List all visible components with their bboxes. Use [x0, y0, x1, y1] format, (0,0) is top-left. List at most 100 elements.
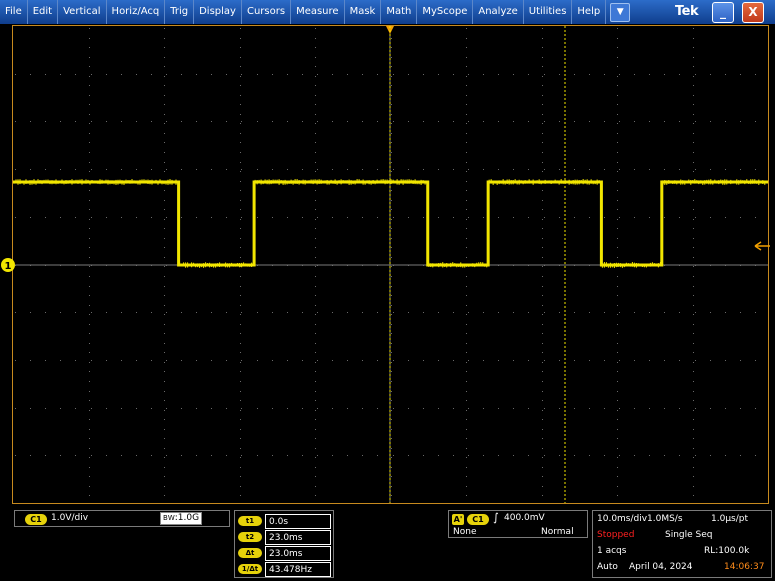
grid-dot	[649, 455, 650, 456]
grid-dot	[528, 217, 529, 218]
grid-dot	[740, 74, 741, 75]
bandwidth-box[interactable]: BW:1.0G	[160, 512, 202, 525]
grid-dot	[302, 217, 303, 218]
grid-dot	[315, 95, 316, 96]
grid-dot	[391, 295, 392, 296]
grid-dot	[528, 74, 529, 75]
grid-dot	[391, 76, 392, 77]
grid-dot	[240, 66, 241, 67]
grid-dot	[240, 181, 241, 182]
grid-dot	[45, 217, 46, 218]
grid-dot	[89, 209, 90, 210]
grid-dot	[30, 217, 31, 218]
grid-dot	[315, 104, 316, 105]
grid-dot	[89, 448, 90, 449]
grid-dot	[241, 455, 242, 456]
grid-dot	[391, 57, 392, 58]
grid-dot	[664, 455, 665, 456]
trigger-channel-badge[interactable]: C1	[467, 514, 489, 525]
grid-dot	[391, 247, 392, 248]
trigger-coupling: None	[453, 527, 476, 537]
grid-dot	[466, 57, 467, 58]
grid-dot	[468, 74, 469, 75]
grid-dot	[619, 455, 620, 456]
grid-dot	[408, 360, 409, 361]
grid-dot	[498, 121, 499, 122]
grid-dot	[315, 38, 316, 39]
grid-dot	[377, 74, 378, 75]
grid-dot	[166, 217, 167, 218]
grid-dot	[121, 360, 122, 361]
grid-dot	[695, 455, 696, 456]
grid-dot	[664, 169, 665, 170]
grid-dot	[106, 217, 107, 218]
grid-dot	[75, 408, 76, 409]
grid-dot	[75, 217, 76, 218]
grid-dot	[164, 38, 165, 39]
grid-dot	[257, 121, 258, 122]
cursor-label-1: t2	[238, 532, 262, 542]
grid-dot	[332, 74, 333, 75]
grid-dot	[408, 455, 409, 456]
grid-dot	[240, 324, 241, 325]
grid-dot	[393, 217, 394, 218]
grid-dot	[164, 104, 165, 105]
grid-dot	[695, 169, 696, 170]
grid-dot	[196, 312, 197, 313]
grid-dot	[466, 171, 467, 172]
grid-dot	[617, 38, 618, 39]
grid-dot	[617, 419, 618, 420]
grid-dot	[542, 419, 543, 420]
grid-dot	[89, 324, 90, 325]
grid-dot	[544, 217, 545, 218]
grid-dot	[542, 476, 543, 477]
grid-dot	[466, 305, 467, 306]
grid-dot	[542, 57, 543, 58]
grid-dot	[272, 121, 273, 122]
grid-dot	[544, 312, 545, 313]
grid-dot	[164, 123, 165, 124]
grid-dot	[315, 28, 316, 29]
grid-dot	[391, 476, 392, 477]
grid-dot	[391, 429, 392, 430]
grid-dot	[755, 360, 756, 361]
grid-dot	[272, 455, 273, 456]
grid-dot	[466, 76, 467, 77]
grid-dot	[121, 74, 122, 75]
grid-dot	[423, 217, 424, 218]
grid-dot	[240, 438, 241, 439]
grid-dot	[121, 408, 122, 409]
grid-dot	[164, 486, 165, 487]
grid-dot	[89, 76, 90, 77]
grid-dot	[332, 217, 333, 218]
grid-dot	[542, 238, 543, 239]
grid-dot	[589, 74, 590, 75]
grid-dot	[528, 360, 529, 361]
grid-dot	[315, 200, 316, 201]
channel1-badge[interactable]: C1	[25, 514, 47, 525]
grid-dot	[272, 408, 273, 409]
grid-dot	[466, 104, 467, 105]
grid-dot	[240, 400, 241, 401]
grid-dot	[393, 74, 394, 75]
grid-dot	[617, 333, 618, 334]
grid-dot	[315, 314, 316, 315]
bandwidth-value: 1.0G	[178, 513, 199, 523]
grid-dot	[634, 169, 635, 170]
grid-dot	[617, 467, 618, 468]
grid-dot	[466, 314, 467, 315]
grid-dot	[240, 457, 241, 458]
grid-dot	[679, 360, 680, 361]
grid-dot	[617, 123, 618, 124]
grid-dot	[391, 400, 392, 401]
grid-dot	[617, 305, 618, 306]
grid-dot	[542, 219, 543, 220]
grid-dot	[89, 495, 90, 496]
grid-dot	[393, 169, 394, 170]
grid-dot	[121, 121, 122, 122]
grid-dot	[240, 238, 241, 239]
grid-dot	[240, 276, 241, 277]
grid-dot	[710, 455, 711, 456]
grid-dot	[60, 408, 61, 409]
run-mode: Single Seq	[665, 530, 713, 540]
